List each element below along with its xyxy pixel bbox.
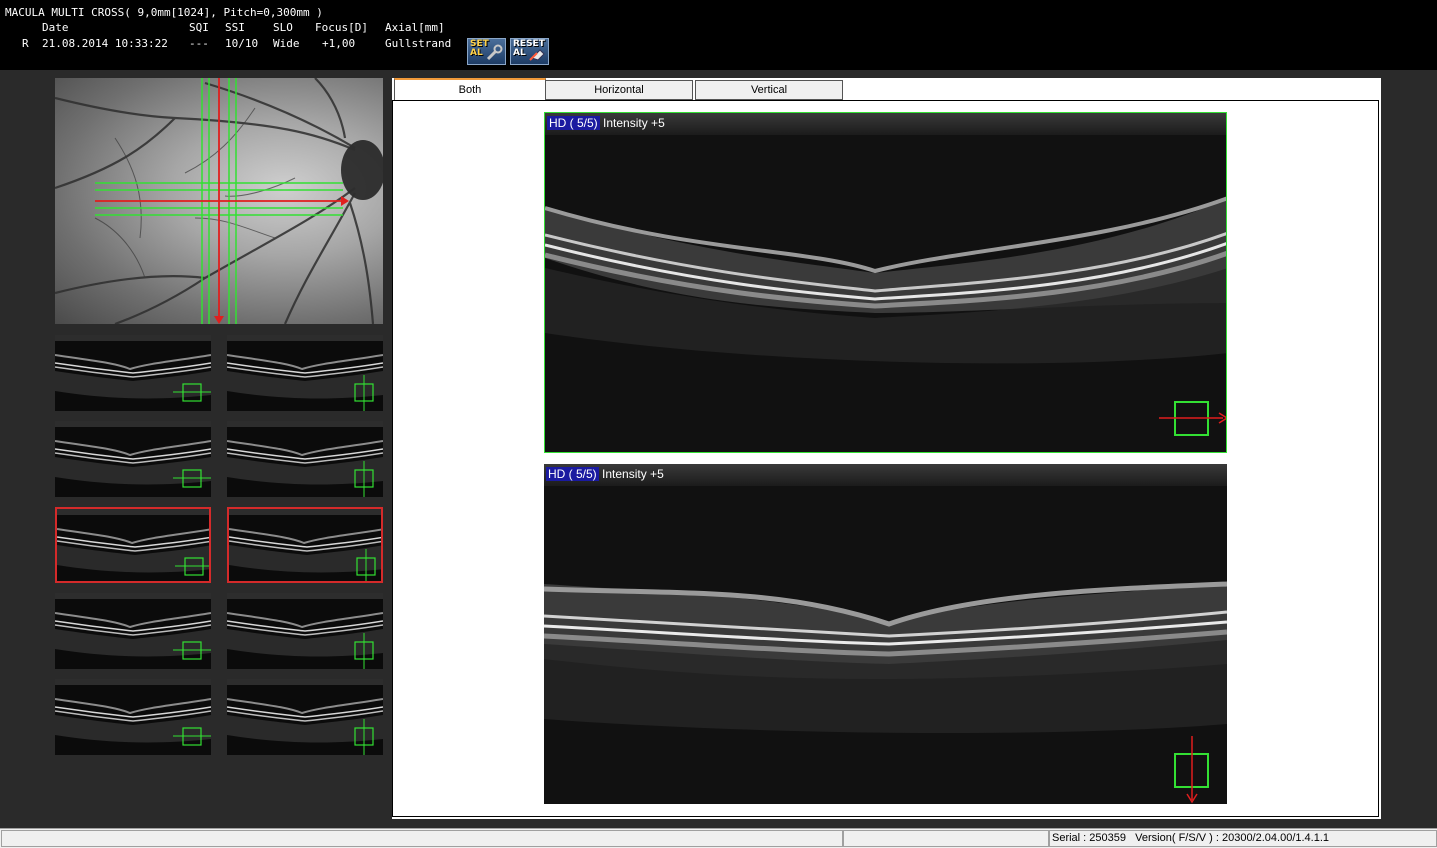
tab-both[interactable]: Both <box>394 78 546 101</box>
bscan-thumbnail[interactable] <box>55 593 211 669</box>
col-ssi: SSI <box>225 21 245 34</box>
col-axial: Axial[mm] <box>385 21 445 34</box>
quality-badge: HD ( 5/5) <box>546 467 599 481</box>
bscan-thumbnail[interactable] <box>227 421 383 497</box>
focus-value: +1,00 <box>322 37 356 50</box>
bscan-horizontal[interactable]: HD ( 5/5) Intensity +5 <box>544 112 1227 453</box>
scan-title: MACULA MULTI CROSS( 9,0mm[1024], Pitch=0… <box>5 6 323 19</box>
eraser-icon <box>529 49 545 61</box>
quality-badge: HD ( 5/5) <box>547 116 600 130</box>
status-bar: Serial : 250359 Version( F/S/V ) : 20300… <box>0 828 1437 848</box>
bscan-vertical-label: HD ( 5/5) Intensity +5 <box>546 467 664 481</box>
sqi-value: --- <box>189 37 209 50</box>
slo-value: Wide <box>273 37 300 50</box>
bscan-thumbnail-image <box>57 509 209 576</box>
ssi-value: 10/10 <box>225 37 259 50</box>
axial-value: Gullstrand <box>385 37 452 50</box>
col-sqi: SQI <box>189 21 209 34</box>
col-date: Date <box>42 21 69 34</box>
bscan-thumbnail-image <box>55 335 211 402</box>
reset-al-label-line2: AL <box>513 48 526 58</box>
status-cell-main <box>1 830 843 847</box>
bscan-vertical-image <box>544 464 1227 804</box>
col-slo: SLO <box>273 21 293 34</box>
set-al-label-line2: AL <box>470 48 483 58</box>
intensity-label: Intensity +5 <box>603 116 665 130</box>
bscan-horizontal-image <box>545 113 1226 436</box>
main-panel: Both Horizontal Vertical HD ( 5/5) Inten… <box>392 78 1381 819</box>
eye-value: R <box>22 37 29 50</box>
status-cell-mid <box>843 830 1049 847</box>
bscan-thumbnail[interactable] <box>55 335 211 411</box>
bscan-thumbnail[interactable] <box>227 593 383 669</box>
bscan-thumbnail-image <box>55 593 211 660</box>
scan-info-header: MACULA MULTI CROSS( 9,0mm[1024], Pitch=0… <box>0 0 1437 70</box>
tab-horizontal[interactable]: Horizontal <box>545 80 693 100</box>
bscan-thumbnail[interactable] <box>227 335 383 411</box>
fundus-image[interactable] <box>55 78 383 324</box>
fundus-overlay <box>55 78 383 324</box>
bscan-thumbnail[interactable] <box>227 679 383 755</box>
serial-version-text: Serial : 250359 Version( F/S/V ) : 20300… <box>1052 832 1330 844</box>
date-value: 21.08.2014 10:33:22 <box>42 37 168 50</box>
bscan-thumbnail-image <box>227 593 383 669</box>
wrench-icon <box>486 44 503 61</box>
intensity-label: Intensity +5 <box>602 467 664 481</box>
tab-vertical[interactable]: Vertical <box>695 80 843 100</box>
reset-al-button[interactable]: RESET AL <box>510 38 549 65</box>
col-focus: Focus[D] <box>315 21 368 34</box>
bscan-thumbnail-image <box>227 335 383 411</box>
bscan-thumbnail-image <box>227 679 383 755</box>
bscan-vertical[interactable]: HD ( 5/5) Intensity +5 <box>544 464 1227 804</box>
bscan-thumbnail[interactable] <box>55 507 211 583</box>
bscan-thumbnail-image <box>229 509 381 581</box>
bscan-thumbnail[interactable] <box>55 679 211 755</box>
bscan-thumbnail-image <box>55 421 211 488</box>
bscan-thumbnail-image <box>55 679 211 746</box>
set-al-button[interactable]: SET AL <box>467 38 506 65</box>
bscan-thumbnail[interactable] <box>55 421 211 497</box>
bscan-thumbnail[interactable] <box>227 507 383 583</box>
bscan-thumbnail-image <box>227 421 383 497</box>
bscan-horizontal-label: HD ( 5/5) Intensity +5 <box>547 116 665 130</box>
